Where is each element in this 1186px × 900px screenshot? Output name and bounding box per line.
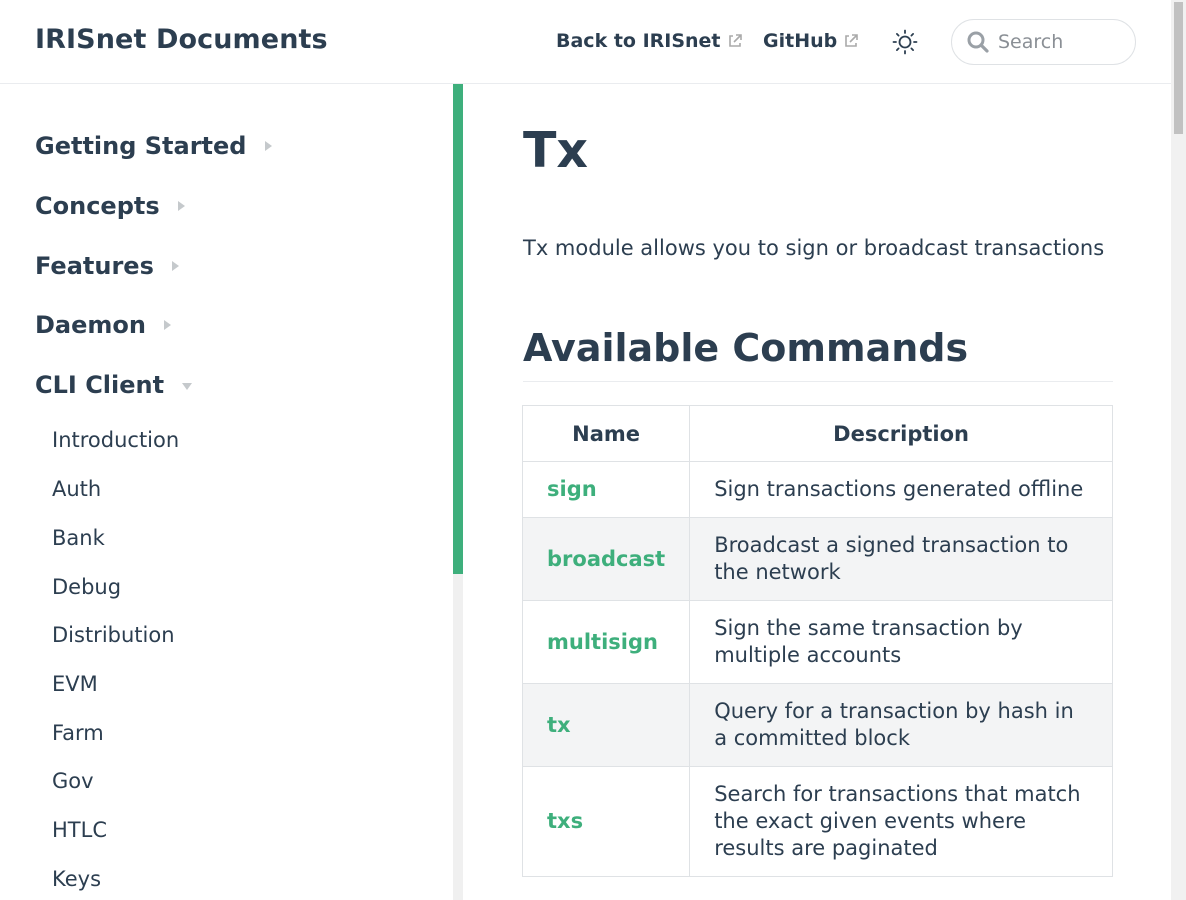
chevron-right-icon — [177, 201, 185, 211]
chevron-right-icon — [171, 261, 179, 271]
commands-table: Name Description sign Sign transactions … — [521, 405, 1113, 877]
nav-link-label: GitHub — [763, 30, 838, 52]
table-row: tx Query for a transaction by hash in a … — [521, 683, 1113, 767]
sidebar-scrollbar-thumb[interactable] — [453, 84, 463, 574]
command-description: Query for a transaction by hash in a com… — [689, 683, 1113, 767]
sidebar-group-getting-started[interactable]: Getting Started — [35, 132, 272, 160]
sidebar-item-gov[interactable]: Gov — [52, 769, 94, 793]
command-link-multisign[interactable]: multisign — [521, 600, 691, 684]
search-icon — [967, 31, 989, 53]
sidebar-group-cli-client[interactable]: CLI Client — [35, 371, 193, 399]
command-description: Broadcast a signed transaction to the ne… — [689, 517, 1113, 601]
chevron-right-icon — [264, 141, 272, 151]
column-header-name: Name — [521, 405, 691, 462]
chevron-right-icon — [163, 320, 171, 330]
section-heading-available-commands[interactable]: Available Commands — [523, 326, 968, 370]
table-row: broadcast Broadcast a signed transaction… — [521, 517, 1113, 601]
command-link-sign[interactable]: sign — [521, 461, 691, 518]
sidebar-group-label: Getting Started — [35, 132, 247, 160]
command-link-txs[interactable]: txs — [521, 766, 691, 877]
table-header-row: Name Description — [521, 405, 1113, 462]
sidebar-group-features[interactable]: Features — [35, 252, 179, 280]
sidebar-item-auth[interactable]: Auth — [52, 477, 101, 501]
sidebar-item-introduction[interactable]: Introduction — [52, 428, 179, 452]
sidebar-item-farm[interactable]: Farm — [52, 721, 104, 745]
external-link-icon — [845, 34, 859, 47]
external-link-icon — [728, 34, 742, 47]
theme-toggle-button[interactable] — [890, 27, 920, 57]
search-box[interactable] — [951, 19, 1136, 65]
sidebar-group-daemon[interactable]: Daemon — [35, 311, 171, 339]
column-header-description: Description — [689, 405, 1113, 462]
table-row: txs Search for transactions that match t… — [521, 766, 1113, 877]
sidebar-item-distribution[interactable]: Distribution — [52, 623, 175, 647]
sidebar-item-bank[interactable]: Bank — [52, 526, 105, 550]
command-link-tx[interactable]: tx — [521, 683, 691, 767]
github-link[interactable]: GitHub — [763, 30, 859, 52]
sidebar-item-evm[interactable]: EVM — [52, 672, 98, 696]
command-description: Sign the same transaction by multiple ac… — [689, 600, 1113, 684]
command-description: Search for transactions that match the e… — [689, 766, 1113, 877]
table-row: multisign Sign the same transaction by m… — [521, 600, 1113, 684]
search-input[interactable] — [998, 31, 1128, 53]
table-row: sign Sign transactions generated offline — [521, 461, 1113, 518]
sidebar-group-label: CLI Client — [35, 371, 165, 399]
page-scrollbar-track[interactable] — [1171, 0, 1186, 900]
page-title: Tx — [523, 122, 589, 179]
sidebar-group-label: Features — [35, 252, 154, 280]
heading-divider — [523, 381, 1113, 382]
navbar: IRISnet Documents Back to IRISnet GitHub — [0, 0, 1171, 84]
nav-link-label: Back to IRISnet — [556, 30, 721, 52]
site-title[interactable]: IRISnet Documents — [35, 24, 328, 55]
sidebar-item-htlc[interactable]: HTLC — [52, 818, 107, 842]
sidebar-item-debug[interactable]: Debug — [52, 575, 121, 599]
page-scrollbar-thumb[interactable] — [1174, 2, 1183, 134]
sidebar-item-keys[interactable]: Keys — [52, 867, 101, 891]
sidebar-group-label: Concepts — [35, 192, 160, 220]
command-link-broadcast[interactable]: broadcast — [521, 517, 691, 601]
command-description: Sign transactions generated offline — [689, 461, 1113, 518]
sidebar-group-concepts[interactable]: Concepts — [35, 192, 185, 220]
back-to-irisnet-link[interactable]: Back to IRISnet — [556, 30, 743, 52]
sidebar-group-label: Daemon — [35, 311, 146, 339]
intro-text: Tx module allows you to sign or broadcas… — [523, 236, 1105, 260]
chevron-down-icon — [182, 382, 193, 390]
sun-icon — [892, 29, 918, 55]
